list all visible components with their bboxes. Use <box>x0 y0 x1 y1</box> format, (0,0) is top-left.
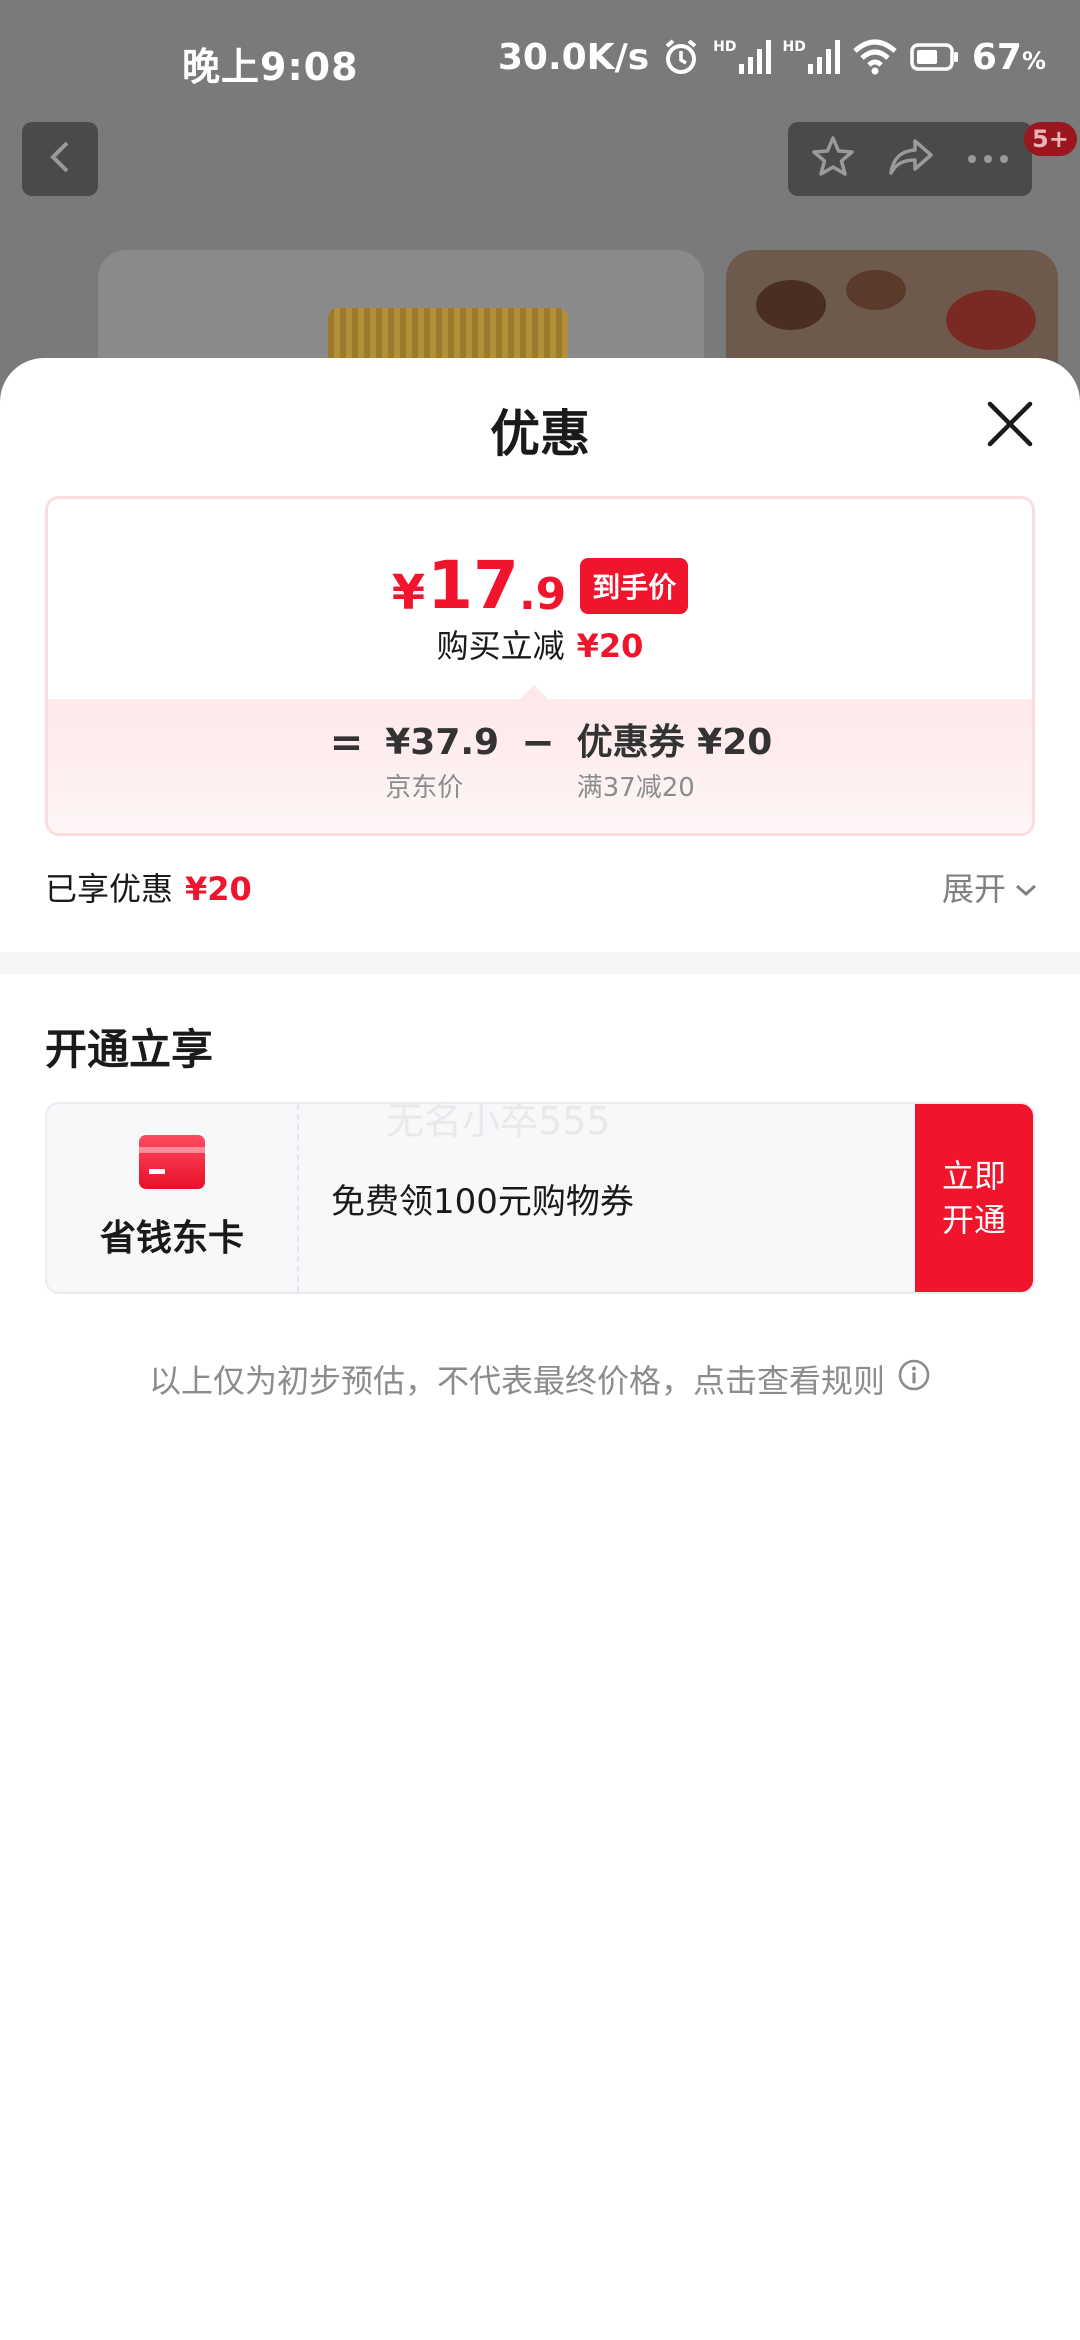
enjoyed-label: 已享优惠 <box>45 870 174 908</box>
status-right: 30.0K/s HD HD 67% <box>498 32 1046 82</box>
coupon-condition: 满37减20 <box>576 773 695 803</box>
price-decimal: .9 <box>518 569 567 620</box>
battery-icon <box>910 42 960 72</box>
message-count-badge: 5+ <box>1024 122 1077 156</box>
activate-button[interactable]: 立即开通 <box>915 1104 1033 1292</box>
final-price: ¥ 17 .9 到手价 <box>48 547 1032 624</box>
original-price-term: ¥37.9 京东价 <box>385 721 499 804</box>
calculation-row: = ¥37.9 京东价 − 优惠券 ¥20 满37减20 <box>48 721 1032 804</box>
coupon-term: 优惠券 ¥20 满37减20 <box>577 721 773 804</box>
alarm-icon <box>661 37 701 77</box>
price-currency: ¥ <box>391 564 426 621</box>
open-section-title: 开通立享 <box>45 1025 214 1074</box>
membership-brand: 省钱东卡 <box>47 1104 299 1292</box>
discount-label: 购买立减 <box>436 627 565 665</box>
expand-label: 展开 <box>941 870 1006 908</box>
network-speed: 30.0K/s <box>497 36 650 78</box>
status-time: 晚上9:08 <box>182 45 359 89</box>
top-actions <box>788 122 1032 196</box>
chevron-down-icon <box>1014 868 1038 906</box>
enjoyed-discount: 已享优惠 ¥20 <box>45 864 252 910</box>
status-bar: 晚上9:08 30.0K/s HD HD 67% <box>0 0 1080 118</box>
price-disclaimer[interactable]: 以上仅为初步预估，不代表最终价格，点击查看规则 <box>0 1356 1080 1402</box>
close-icon <box>986 400 1034 452</box>
more-icon[interactable] <box>966 150 1010 169</box>
price-breakdown-card: ¥ 17 .9 到手价 购买立减 ¥20 = ¥37.9 京东价 − 优惠券 ¥… <box>45 496 1035 836</box>
info-icon <box>897 1358 931 1400</box>
original-price-label: 京东价 <box>385 773 464 803</box>
back-button[interactable] <box>22 122 98 196</box>
enjoyed-amount: ¥20 <box>185 870 252 908</box>
minus-sign: − <box>521 720 555 766</box>
card-icon <box>139 1135 205 1193</box>
price-integer: 17 <box>427 547 519 624</box>
wifi-icon <box>852 39 898 75</box>
disclaimer-text: 以上仅为初步预估，不代表最终价格，点击查看规则 <box>148 1362 885 1400</box>
watermark: 无名小卒555 <box>386 1099 611 1143</box>
dimmed-product-page: 晚上9:08 30.0K/s HD HD 67% 5+ <box>0 0 1080 420</box>
battery-percent: 67% <box>971 36 1046 78</box>
section-divider <box>0 952 1080 974</box>
screen: 晚上9:08 30.0K/s HD HD 67% 5+ 优惠 ¥ 17 .9 到… <box>0 0 1080 2340</box>
signal-icon: HD <box>783 40 840 74</box>
star-icon[interactable] <box>810 134 856 184</box>
discount-amount: ¥20 <box>576 627 644 665</box>
share-icon[interactable] <box>887 135 935 183</box>
expand-button[interactable]: 展开 <box>942 864 1038 910</box>
membership-name: 省钱东卡 <box>99 1218 244 1259</box>
chevron-left-icon <box>45 137 75 181</box>
original-price: ¥37.9 <box>385 722 500 763</box>
final-price-tag: 到手价 <box>580 557 689 614</box>
price-calculation: = ¥37.9 京东价 − 优惠券 ¥20 满37减20 <box>48 699 1032 833</box>
final-price-section: ¥ 17 .9 到手价 购买立减 ¥20 <box>48 499 1032 699</box>
instant-discount: 购买立减 ¥20 <box>48 621 1032 667</box>
signal-icon: HD <box>713 39 771 74</box>
close-button[interactable] <box>982 398 1038 454</box>
equals-sign: = <box>329 720 364 766</box>
discount-sheet: 优惠 ¥ 17 .9 到手价 购买立减 ¥20 = ¥37.9 京东价 − 优惠… <box>0 358 1080 2340</box>
signal-hd-label: HD <box>713 39 737 55</box>
sheet-title: 优惠 <box>490 405 590 463</box>
coupon-value: 优惠券 ¥20 <box>576 722 773 763</box>
signal-hd-label: HD <box>782 39 806 55</box>
